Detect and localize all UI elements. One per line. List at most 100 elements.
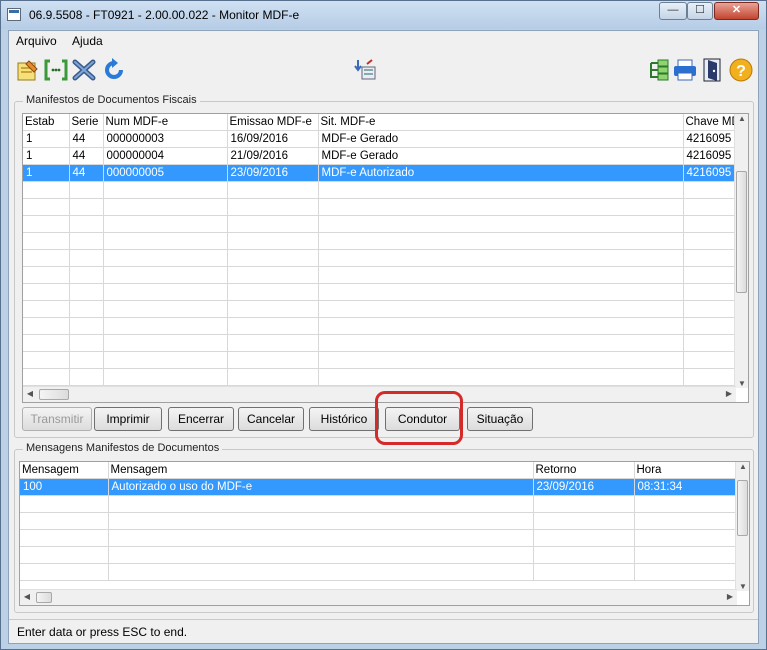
table-cell[interactable] [103, 351, 228, 369]
table-cell[interactable] [227, 317, 319, 335]
table-cell[interactable] [20, 546, 109, 564]
table-cell[interactable] [318, 368, 684, 386]
table-cell[interactable] [634, 563, 737, 581]
table-cell[interactable] [683, 368, 737, 386]
scroll-up-arrow-icon[interactable]: ▲ [735, 114, 748, 123]
scroll-right-arrow-icon[interactable]: ▶ [722, 389, 736, 398]
table-cell[interactable]: 44 [69, 164, 104, 182]
cancelar-button[interactable]: Cancelar [238, 407, 304, 431]
manifestos-column-header[interactable]: Estab [23, 114, 70, 131]
scroll-thumb[interactable] [36, 592, 52, 603]
manifestos-vertical-scrollbar[interactable]: ▲ ▼ [734, 114, 748, 388]
table-row[interactable] [20, 546, 737, 564]
table-cell[interactable] [69, 249, 104, 267]
refresh-icon[interactable] [101, 57, 127, 83]
table-cell[interactable] [683, 198, 737, 216]
table-cell[interactable] [103, 249, 228, 267]
manifestos-grid[interactable]: Estab Serie Num MDF-e Emissao MDF-e Sit. MDF… [22, 113, 749, 403]
table-cell[interactable] [533, 512, 635, 530]
scroll-left-arrow-icon[interactable]: ◀ [23, 389, 37, 398]
manifestos-column-header[interactable]: Emissao MDF-e [227, 114, 319, 131]
table-row[interactable]: 100 Autorizado o uso do MDF-e 23/09/2016 08… [20, 478, 737, 496]
table-cell[interactable] [683, 317, 737, 335]
scroll-thumb[interactable] [737, 480, 748, 536]
table-row[interactable] [23, 317, 737, 335]
table-cell[interactable] [683, 249, 737, 267]
table-cell[interactable] [69, 232, 104, 250]
table-cell[interactable] [69, 283, 104, 301]
table-cell[interactable] [23, 283, 70, 301]
table-cell[interactable]: 44 [69, 130, 104, 148]
table-cell[interactable] [683, 283, 737, 301]
table-cell[interactable] [23, 368, 70, 386]
table-cell[interactable] [533, 529, 635, 547]
scroll-left-arrow-icon[interactable]: ◀ [20, 592, 34, 601]
table-cell[interactable] [103, 232, 228, 250]
imprimir-button[interactable]: Imprimir [94, 407, 162, 431]
table-cell[interactable] [318, 266, 684, 284]
table-row[interactable] [23, 249, 737, 267]
table-cell[interactable] [227, 351, 319, 369]
table-cell[interactable] [23, 232, 70, 250]
table-cell[interactable] [69, 317, 104, 335]
table-cell[interactable] [103, 283, 228, 301]
table-cell[interactable] [108, 546, 534, 564]
table-cell[interactable] [227, 334, 319, 352]
table-cell[interactable] [23, 198, 70, 216]
table-row[interactable] [23, 266, 737, 284]
table-cell[interactable]: 4216095 [683, 130, 737, 148]
table-cell[interactable] [69, 300, 104, 318]
menu-ajuda[interactable]: Ajuda [72, 34, 103, 48]
table-cell[interactable] [533, 546, 635, 564]
situacao-button[interactable]: Situação [467, 407, 533, 431]
mensagens-column-header[interactable]: Hora [634, 462, 737, 479]
table-cell[interactable] [533, 563, 635, 581]
table-row[interactable] [20, 495, 737, 513]
table-cell[interactable] [318, 198, 684, 216]
table-row[interactable] [20, 529, 737, 547]
table-cell[interactable] [23, 266, 70, 284]
table-cell[interactable]: 23/09/2016 [227, 164, 319, 182]
select-bracket-icon[interactable] [43, 57, 69, 83]
table-cell[interactable] [103, 181, 228, 199]
table-cell[interactable] [227, 232, 319, 250]
close-x-icon[interactable] [71, 57, 97, 83]
table-cell[interactable]: 21/09/2016 [227, 147, 319, 165]
table-cell[interactable] [683, 181, 737, 199]
maximize-button[interactable]: ☐ [687, 2, 713, 20]
table-cell[interactable] [318, 351, 684, 369]
table-cell[interactable]: 000000005 [103, 164, 228, 182]
mensagens-vertical-scrollbar[interactable]: ▲ ▼ [735, 462, 749, 591]
table-cell[interactable] [683, 300, 737, 318]
table-cell[interactable] [227, 283, 319, 301]
transfer-icon[interactable] [353, 57, 379, 83]
table-cell[interactable] [20, 495, 109, 513]
table-cell[interactable] [683, 334, 737, 352]
mensagens-column-header[interactable]: Mensagem [108, 462, 534, 479]
manifestos-column-header[interactable]: Serie [69, 114, 104, 131]
table-row[interactable]: 1 44 000000005 23/09/2016 MDF-e Autorizado 42… [23, 164, 737, 182]
table-cell[interactable] [103, 266, 228, 284]
table-cell[interactable]: 000000004 [103, 147, 228, 165]
table-cell[interactable] [227, 198, 319, 216]
table-cell[interactable] [108, 512, 534, 530]
print-icon[interactable] [672, 57, 698, 83]
table-row[interactable]: 1 44 000000004 21/09/2016 MDF-e Gerado 421609… [23, 147, 737, 165]
table-row[interactable] [23, 198, 737, 216]
table-cell[interactable] [318, 317, 684, 335]
table-cell[interactable] [69, 215, 104, 233]
table-cell[interactable] [20, 563, 109, 581]
title-bar[interactable]: 06.9.5508 - FT0921 - 2.00.00.022 - Monit… [1, 1, 766, 29]
table-cell[interactable] [23, 300, 70, 318]
table-cell[interactable] [227, 249, 319, 267]
table-cell[interactable]: 000000003 [103, 130, 228, 148]
table-cell[interactable] [634, 512, 737, 530]
scroll-up-arrow-icon[interactable]: ▲ [736, 462, 749, 471]
table-cell[interactable] [108, 495, 534, 513]
table-cell[interactable] [23, 249, 70, 267]
scroll-down-arrow-icon[interactable]: ▼ [736, 582, 749, 591]
mensagens-column-header[interactable]: Mensagem [20, 462, 109, 479]
table-row[interactable] [20, 563, 737, 581]
table-cell[interactable] [318, 300, 684, 318]
table-cell[interactable]: 08:31:34 [634, 478, 737, 496]
